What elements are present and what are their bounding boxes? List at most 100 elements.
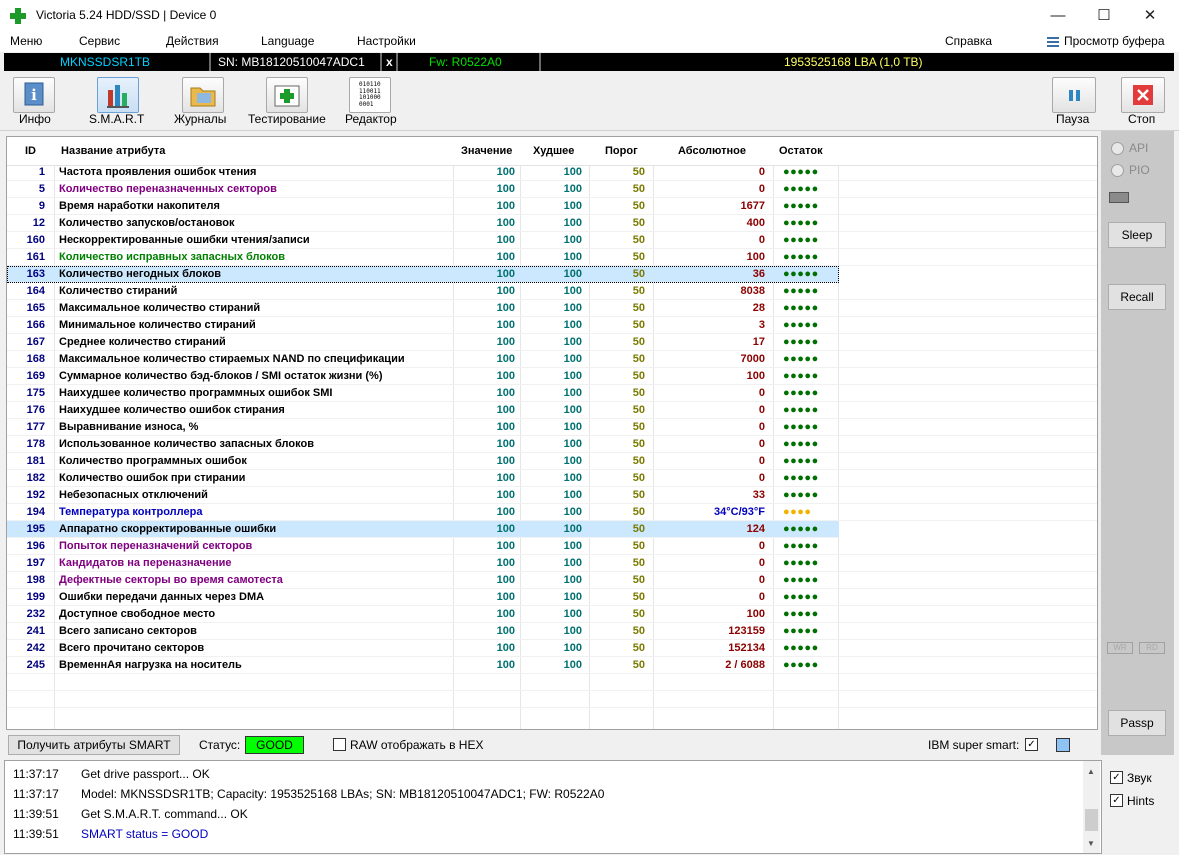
- scroll-up-icon[interactable]: ▲: [1087, 767, 1095, 776]
- attr-remaining: ●●●●●: [783, 557, 819, 569]
- table-row[interactable]: 199 Ошибки передачи данных через DMA 100 10…: [7, 589, 1097, 606]
- table-row[interactable]: 164 Количество стираний 100 100 50 8038 ●●●●●: [7, 283, 1097, 300]
- table-row[interactable]: 5 Количество переназначенных секторов 100 1…: [7, 181, 1097, 198]
- attr-value: 100: [496, 200, 515, 212]
- raw-hex-checkbox[interactable]: [333, 738, 346, 751]
- attr-threshold: 50: [632, 370, 645, 382]
- table-row[interactable]: 9 Время наработки накопителя 100 100 50 1677 ●…: [7, 198, 1097, 215]
- table-row[interactable]: 242 Всего прочитано секторов 100 100 50 15213…: [7, 640, 1097, 657]
- attr-worst: 100: [563, 455, 582, 467]
- device-separator: [209, 53, 211, 71]
- table-row[interactable]: 241 Всего записано секторов 100 100 50 123159…: [7, 623, 1097, 640]
- ibm-super-smart-checkbox[interactable]: ✓: [1025, 738, 1038, 751]
- pio-radio[interactable]: [1111, 164, 1124, 177]
- maximize-button[interactable]: ☐: [1081, 0, 1127, 32]
- table-row[interactable]: [7, 674, 1097, 691]
- table-row[interactable]: 160 Нескорректированные ошибки чтения/зап…: [7, 232, 1097, 249]
- device-close-button[interactable]: x: [386, 53, 393, 71]
- table-row[interactable]: 198 Дефектные секторы во время самотеста 1…: [7, 572, 1097, 589]
- device-model[interactable]: MKNSSDSR1TB: [60, 53, 150, 71]
- wr-indicator: WR: [1107, 642, 1133, 654]
- attr-threshold: 50: [632, 642, 645, 654]
- menu-item-help[interactable]: Справка: [945, 34, 992, 48]
- table-row[interactable]: 177 Выравнивание износа, % 100 100 50 0 ●●●●●: [7, 419, 1097, 436]
- header-value[interactable]: Значение: [461, 137, 512, 165]
- passp-button[interactable]: Passp: [1108, 710, 1166, 736]
- table-row[interactable]: 169 Суммарное количество бэд-блоков / SMI…: [7, 368, 1097, 385]
- attr-threshold: 50: [632, 608, 645, 620]
- table-row[interactable]: 197 Кандидатов на переназначение 100 100 50 0…: [7, 555, 1097, 572]
- attr-threshold: 50: [632, 217, 645, 229]
- close-button[interactable]: ✕: [1127, 0, 1173, 32]
- attr-value: 100: [496, 455, 515, 467]
- ibm-color-swatch[interactable]: [1056, 738, 1070, 752]
- editor-button[interactable]: 010110 110011 101000 0001: [349, 77, 391, 113]
- table-row[interactable]: 195 Аппаратно скорректированные ошибки 100…: [7, 521, 839, 538]
- log-scrollbar[interactable]: ▲ ▼: [1083, 761, 1100, 853]
- table-row[interactable]: 163 Количество негодных блоков 100 100 50 36 ●…: [7, 266, 839, 283]
- sound-checkbox[interactable]: ✓: [1110, 771, 1123, 784]
- scroll-thumb[interactable]: [1085, 809, 1098, 831]
- menu-item-language[interactable]: Language: [261, 34, 314, 48]
- attr-id: 176: [26, 404, 45, 416]
- menu-item-actions[interactable]: Действия: [166, 34, 219, 48]
- log-panel[interactable]: 11:37:17 Get drive passport... OK 11:37:17…: [4, 760, 1102, 854]
- table-row[interactable]: [7, 691, 1097, 708]
- table-row[interactable]: 176 Наихудшее количество ошибок стирания 1…: [7, 402, 1097, 419]
- table-row[interactable]: 168 Максимальное количество стираемых NAN…: [7, 351, 1097, 368]
- scroll-down-icon[interactable]: ▼: [1087, 839, 1095, 848]
- attr-worst: 100: [563, 574, 582, 586]
- table-row[interactable]: 245 ВременнАя нагрузка на носитель 100 100 5…: [7, 657, 1097, 674]
- minimize-button[interactable]: —: [1035, 0, 1081, 32]
- menu-item-service[interactable]: Сервис: [79, 34, 120, 48]
- table-row[interactable]: 196 Попыток переназначений секторов 100 100…: [7, 538, 1097, 555]
- attr-id: 169: [26, 370, 45, 382]
- table-row[interactable]: 167 Среднее количество стираний 100 100 50 17…: [7, 334, 1097, 351]
- testing-button[interactable]: [266, 77, 308, 113]
- header-worst[interactable]: Худшее: [533, 137, 574, 165]
- table-row[interactable]: 1 Частота проявления ошибок чтения 100 100 5…: [7, 164, 1097, 181]
- table-row[interactable]: 181 Количество программных ошибок 100 100 50…: [7, 453, 1097, 470]
- attr-raw: 1677: [740, 200, 765, 212]
- editor-binary-icon: 010110 110011 101000 0001: [359, 81, 381, 108]
- attr-id: 5: [38, 183, 45, 195]
- table-row[interactable]: 161 Количество исправных запасных блоков 1…: [7, 249, 1097, 266]
- header-remaining[interactable]: Остаток: [779, 137, 823, 165]
- stop-x-icon: [1133, 85, 1153, 105]
- info-button[interactable]: i: [13, 77, 55, 113]
- header-raw[interactable]: Абсолютное: [678, 137, 746, 165]
- attr-worst: 100: [563, 557, 582, 569]
- table-row[interactable]: 182 Количество ошибок при стирании 100 100 5…: [7, 470, 1097, 487]
- attr-worst: 100: [563, 438, 582, 450]
- table-row[interactable]: 165 Максимальное количество стираний 100 10…: [7, 300, 1097, 317]
- attr-name: Время наработки накопителя: [59, 200, 220, 212]
- pause-button[interactable]: [1052, 77, 1096, 113]
- table-row[interactable]: 192 Небезопасных отключений 100 100 50 33 ●●●●…: [7, 487, 1097, 504]
- table-row[interactable]: 178 Использованное количество запасных бл…: [7, 436, 1097, 453]
- hints-checkbox[interactable]: ✓: [1110, 794, 1123, 807]
- attr-remaining: ●●●●●: [783, 251, 819, 263]
- table-row[interactable]: 232 Доступное свободное место 100 100 50 100 ●…: [7, 606, 1097, 623]
- smart-button[interactable]: [97, 77, 139, 113]
- table-row[interactable]: 194 Температура контроллера 100 100 50 34°C/9…: [7, 504, 1097, 521]
- attr-worst: 100: [563, 200, 582, 212]
- menu-item-settings[interactable]: Настройки: [357, 34, 416, 48]
- api-radio[interactable]: [1111, 142, 1124, 155]
- get-smart-button[interactable]: Получить атрибуты SMART: [8, 735, 180, 755]
- hints-label: Hints: [1127, 794, 1155, 808]
- logs-button[interactable]: [182, 77, 224, 113]
- recall-button[interactable]: Recall: [1108, 284, 1166, 310]
- header-name[interactable]: Название атрибута: [61, 137, 165, 165]
- sleep-button[interactable]: Sleep: [1108, 222, 1166, 248]
- smart-attributes-table[interactable]: ID Название атрибута Значение Худшее Пор…: [6, 136, 1098, 730]
- table-row[interactable]: 175 Наихудшее количество программных ошиб…: [7, 385, 1097, 402]
- attr-id: 197: [26, 557, 45, 569]
- menu-item-menu[interactable]: Меню: [10, 34, 42, 48]
- attr-value: 100: [496, 166, 515, 178]
- table-row[interactable]: 166 Минимальное количество стираний 100 100…: [7, 317, 1097, 334]
- table-row[interactable]: 12 Количество запусков/остановок 100 100 50 4…: [7, 215, 1097, 232]
- stop-button[interactable]: [1121, 77, 1165, 113]
- menu-item-buffer-view[interactable]: Просмотр буфера: [1064, 34, 1165, 48]
- header-threshold[interactable]: Порог: [605, 137, 638, 165]
- header-id[interactable]: ID: [25, 137, 36, 165]
